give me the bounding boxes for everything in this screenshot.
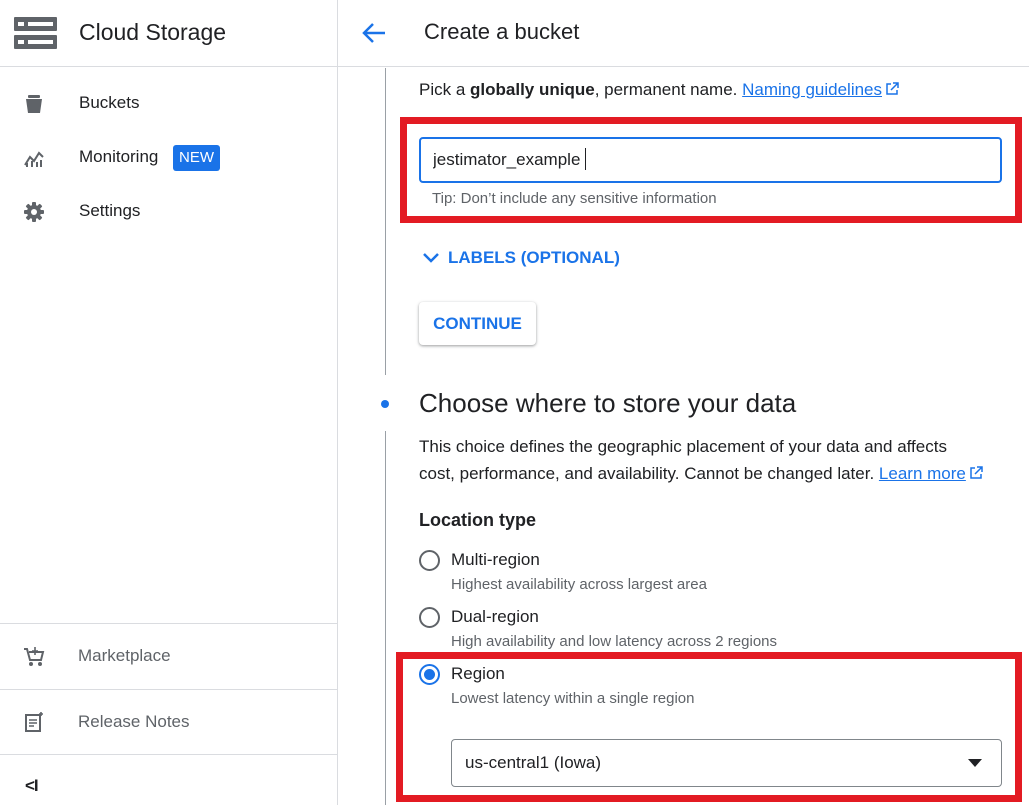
link-label: Learn more bbox=[878, 464, 966, 483]
chevron-down-icon bbox=[423, 253, 439, 263]
sidebar: Cloud Storage Buckets Monitoring NEW Set… bbox=[0, 0, 338, 805]
option-sub-multi-region: Highest availability across largest area bbox=[451, 576, 707, 593]
external-link-icon bbox=[970, 466, 983, 479]
continue-button[interactable]: CONTINUE bbox=[419, 302, 536, 345]
sidebar-item-settings[interactable]: Settings bbox=[0, 190, 337, 234]
step-indicator bbox=[381, 400, 389, 408]
page-header: Create a bucket bbox=[338, 0, 1029, 67]
radio-dual-region[interactable] bbox=[419, 607, 440, 628]
location-description: This choice defines the geographic place… bbox=[419, 433, 1009, 487]
sidebar-header: Cloud Storage bbox=[0, 0, 337, 67]
product-title: Cloud Storage bbox=[79, 19, 227, 45]
bucket-icon bbox=[26, 95, 42, 113]
location-section-title: Choose where to store your data bbox=[419, 388, 797, 418]
sidebar-item-marketplace[interactable]: Marketplace bbox=[0, 623, 337, 689]
option-label-multi-region: Multi-region bbox=[451, 550, 540, 569]
sidebar-item-label: Marketplace bbox=[78, 646, 171, 665]
naming-guidelines-link[interactable]: Naming guidelines bbox=[742, 80, 899, 99]
hint-text: Pick a bbox=[419, 80, 471, 99]
gear-icon bbox=[24, 202, 44, 222]
sidebar-item-label: Release Notes bbox=[78, 712, 190, 731]
stepper-line bbox=[385, 68, 386, 375]
divider bbox=[0, 754, 337, 755]
name-hint: Pick a globally unique, permanent name. … bbox=[419, 80, 899, 100]
link-label: Naming guidelines bbox=[742, 80, 883, 99]
monitoring-chart-icon bbox=[24, 151, 44, 167]
stepper-line bbox=[385, 431, 386, 805]
region-select[interactable]: us-central1 (Iowa) bbox=[451, 739, 1002, 787]
radio-region[interactable] bbox=[419, 664, 440, 685]
notes-icon bbox=[25, 712, 43, 732]
name-tip: Tip: Don’t include any sensitive informa… bbox=[432, 190, 717, 207]
option-label-dual-region: Dual-region bbox=[451, 607, 539, 626]
page-title: Create a bucket bbox=[424, 19, 580, 44]
sidebar-item-label: Buckets bbox=[79, 93, 140, 112]
text-cursor bbox=[585, 148, 586, 170]
new-badge: NEW bbox=[173, 145, 220, 171]
location-type-heading: Location type bbox=[419, 510, 537, 530]
storage-icon bbox=[14, 17, 57, 49]
cart-icon bbox=[24, 647, 45, 666]
radio-multi-region[interactable] bbox=[419, 550, 440, 571]
arrow-back-icon[interactable] bbox=[361, 20, 387, 46]
collapse-sidebar-button[interactable]: <I bbox=[25, 776, 39, 796]
description-line: cost, performance, and availability. Can… bbox=[419, 464, 875, 483]
sidebar-item-release-notes[interactable]: Release Notes bbox=[0, 689, 337, 755]
option-sub-region: Lowest latency within a single region bbox=[451, 690, 695, 707]
sidebar-item-monitoring[interactable]: Monitoring NEW bbox=[0, 136, 337, 180]
external-link-icon bbox=[886, 82, 899, 95]
region-select-value: us-central1 (Iowa) bbox=[465, 753, 602, 772]
sidebar-item-label: Monitoring bbox=[79, 147, 159, 166]
option-label-region: Region bbox=[451, 664, 505, 683]
hint-text: , permanent name. bbox=[594, 80, 738, 99]
labels-toggle-label: LABELS (OPTIONAL) bbox=[448, 248, 620, 267]
bucket-name-input[interactable] bbox=[419, 137, 1002, 183]
sidebar-item-buckets[interactable]: Buckets bbox=[0, 82, 337, 126]
learn-more-link[interactable]: Learn more bbox=[879, 464, 983, 483]
hint-bold-text: globally unique bbox=[470, 80, 595, 99]
sidebar-item-label: Settings bbox=[79, 201, 141, 220]
dropdown-arrow-icon bbox=[968, 759, 982, 767]
description-line: This choice defines the geographic place… bbox=[419, 437, 947, 456]
option-sub-dual-region: High availability and low latency across… bbox=[451, 633, 778, 650]
